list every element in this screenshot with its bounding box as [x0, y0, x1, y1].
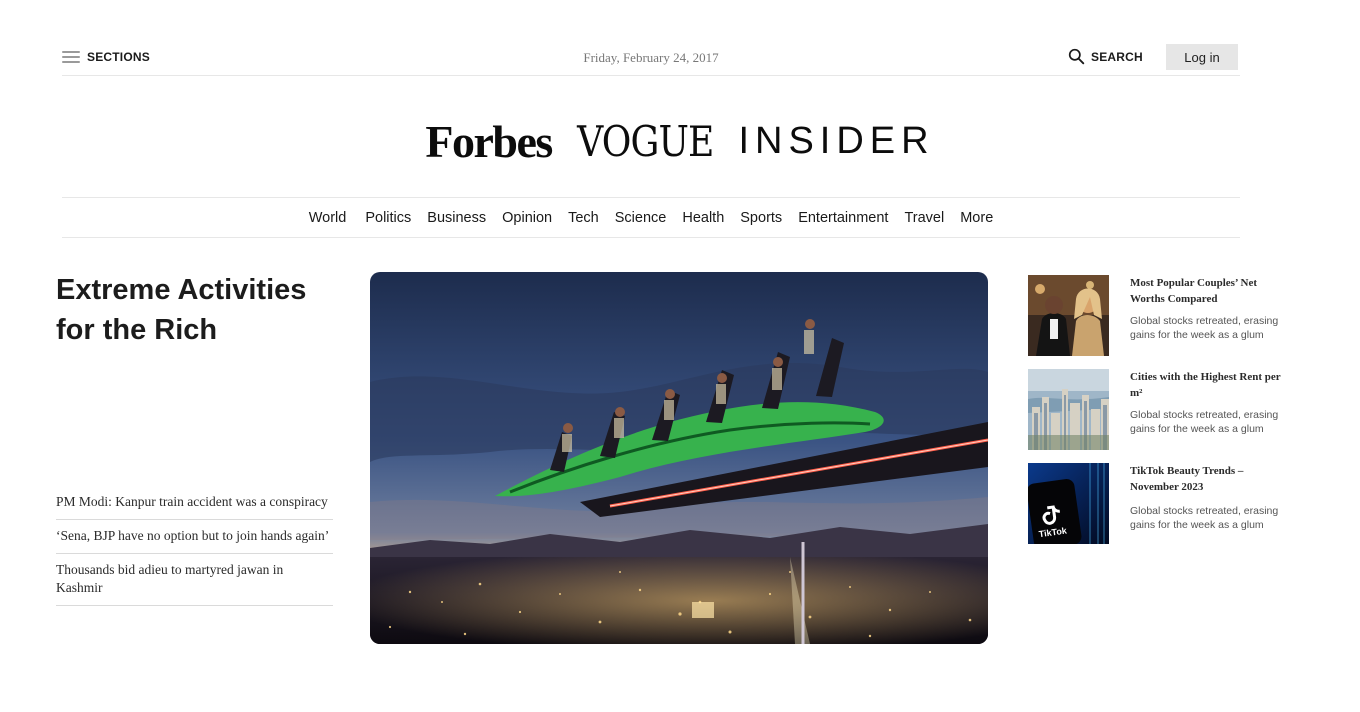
nav-item-science[interactable]: Science	[607, 210, 675, 226]
story-thumbnail	[1028, 369, 1109, 450]
sidebar-story[interactable]: TikTok TikTok Beauty Trends – November 2…	[1028, 463, 1298, 545]
headline-list-item[interactable]: PM Modi: Kanpur train accident was a con…	[56, 486, 333, 520]
vogue-logo[interactable]: VOGUE	[577, 117, 714, 166]
hero-image[interactable]	[370, 272, 988, 644]
story-thumbnail: TikTok	[1028, 463, 1109, 544]
story-title[interactable]: Most Popular Couples’ Net Worths Compare…	[1130, 275, 1290, 307]
nav-item-business[interactable]: Business	[419, 210, 494, 226]
story-title[interactable]: Cities with the Highest Rent per m²	[1130, 369, 1290, 401]
sections-label: SECTIONS	[87, 50, 150, 64]
story-summary: Global stocks retreated, erasing gains f…	[1130, 409, 1279, 435]
headline-list-item[interactable]: ‘Sena, BJP have no option but to join ha…	[56, 520, 333, 554]
insider-logo[interactable]: INSIDER	[738, 120, 934, 163]
search-button[interactable]: SEARCH	[1068, 48, 1143, 65]
nav-item-world[interactable]: World	[301, 210, 358, 226]
nav-item-politics[interactable]: Politics	[357, 210, 419, 226]
nav-item-tech[interactable]: Tech	[560, 210, 607, 226]
search-icon	[1068, 48, 1085, 65]
login-button[interactable]: Log in	[1166, 44, 1238, 70]
current-date: Friday, February 24, 2017	[583, 50, 719, 65]
main-navigation: World Politics Business Opinion Tech Sci…	[62, 197, 1240, 238]
sections-menu-button[interactable]: SECTIONS	[62, 50, 150, 64]
nav-item-sports[interactable]: Sports	[732, 210, 790, 226]
nav-item-opinion[interactable]: Opinion	[494, 210, 560, 226]
story-thumbnail	[1028, 275, 1109, 356]
nav-item-more[interactable]: More	[952, 210, 1001, 226]
sidebar-story[interactable]: Most Popular Couples’ Net Worths Compare…	[1028, 275, 1298, 357]
nav-item-health[interactable]: Health	[674, 210, 732, 226]
sidebar-story[interactable]: Cities with the Highest Rent per m² Glob…	[1028, 369, 1298, 451]
masthead-logos: Forbes VOGUE INSIDER	[0, 112, 1360, 170]
top-utility-bar: SECTIONS Friday, February 24, 2017 SEARC…	[62, 40, 1240, 76]
hamburger-icon	[62, 51, 80, 63]
nav-item-entertainment[interactable]: Entertainment	[790, 210, 896, 226]
story-title[interactable]: TikTok Beauty Trends – November 2023	[1130, 463, 1290, 495]
forbes-logo[interactable]: Forbes	[425, 115, 553, 168]
story-summary: Global stocks retreated, erasing gains f…	[1130, 315, 1279, 341]
headline-list: PM Modi: Kanpur train accident was a con…	[56, 486, 333, 606]
lead-headline[interactable]: Extreme Activities for the Rich	[56, 270, 346, 350]
search-label: SEARCH	[1091, 49, 1143, 64]
story-summary: Global stocks retreated, erasing gains f…	[1130, 505, 1279, 531]
nav-item-travel[interactable]: Travel	[896, 210, 952, 226]
headline-list-item[interactable]: Thousands bid adieu to martyred jawan in…	[56, 554, 333, 606]
